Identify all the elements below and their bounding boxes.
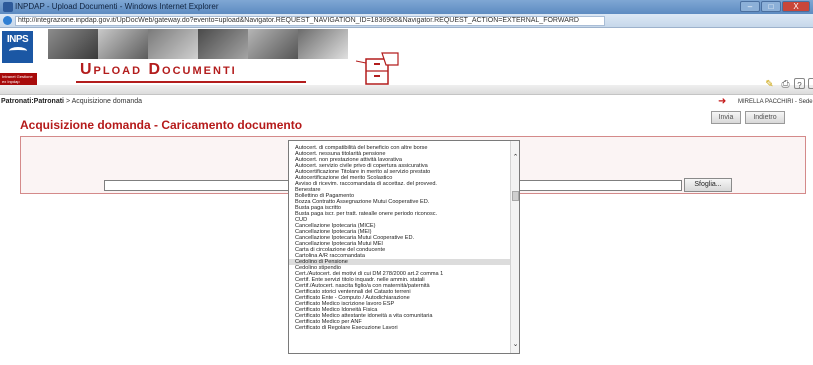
- browse-button[interactable]: Sfoglia...: [684, 178, 732, 192]
- header-photo: [198, 29, 248, 59]
- print-icon[interactable]: ⎙: [779, 78, 792, 91]
- logo-swoosh-icon: [8, 47, 27, 55]
- dropdown-options: Autocert. di compatibilità del beneficio…: [289, 145, 510, 331]
- header-photo: [98, 29, 148, 59]
- ie-app-icon: [3, 2, 13, 12]
- header-photo: [148, 29, 198, 59]
- page-title: Acquisizione domanda - Caricamento docum…: [20, 118, 303, 132]
- breadcrumb-root[interactable]: Patronati:Patronati: [1, 98, 64, 105]
- minimize-button[interactable]: –: [740, 1, 760, 12]
- scroll-up-icon[interactable]: ⌃: [511, 153, 519, 163]
- header-banner: INPS Upload Documenti Intranet Gestione …: [0, 29, 813, 86]
- close-button[interactable]: X: [782, 1, 810, 12]
- dropdown-scrollbar[interactable]: ⌃ ⌄: [510, 141, 519, 353]
- toolbar-strip: [0, 85, 813, 95]
- arrow-right-icon: ➜: [718, 96, 727, 107]
- help-icon[interactable]: ?: [794, 78, 805, 90]
- info-icon[interactable]: i: [808, 78, 813, 90]
- document-type-dropdown[interactable]: Autocert. di compatibilità del beneficio…: [288, 140, 520, 354]
- indietro-button[interactable]: Indietro: [745, 111, 785, 124]
- window-title-bar: INPDAP - Upload Documenti - Windows Inte…: [0, 0, 813, 14]
- header-photo: [298, 29, 348, 59]
- header-photo-strip: [48, 29, 348, 59]
- address-bar: http://integrazione.inpdap.gov.it/UpDocW…: [0, 14, 813, 28]
- page-icon: [3, 16, 12, 25]
- invia-button[interactable]: Invia: [711, 111, 741, 124]
- dropdown-option[interactable]: Certificato di Regolare Esecuzione Lavor…: [289, 325, 510, 331]
- breadcrumb-separator: >: [64, 98, 72, 105]
- maximize-button[interactable]: □: [761, 1, 781, 12]
- scroll-thumb[interactable]: [512, 191, 519, 201]
- inps-logo: INPS: [2, 31, 33, 63]
- breadcrumb-current: Acquisizione domanda: [71, 98, 143, 105]
- file-cabinet-icon: [355, 52, 399, 85]
- header-photo: [48, 29, 98, 59]
- pencil-icon[interactable]: ✎: [763, 78, 776, 91]
- app-title: Upload Documenti: [80, 61, 237, 78]
- window-title: INPDAP - Upload Documenti - Windows Inte…: [15, 2, 219, 11]
- user-name: MIRELLA PACCHIRI - Sede: [738, 99, 813, 105]
- scroll-down-icon[interactable]: ⌄: [511, 340, 519, 350]
- header-photo: [248, 29, 298, 59]
- breadcrumb: Patronati:Patronati > Acquisizione doman…: [1, 98, 142, 105]
- logo-text: INPS: [6, 34, 29, 45]
- title-underline: [76, 81, 306, 83]
- url-field[interactable]: http://integrazione.inpdap.gov.it/UpDocW…: [15, 16, 605, 26]
